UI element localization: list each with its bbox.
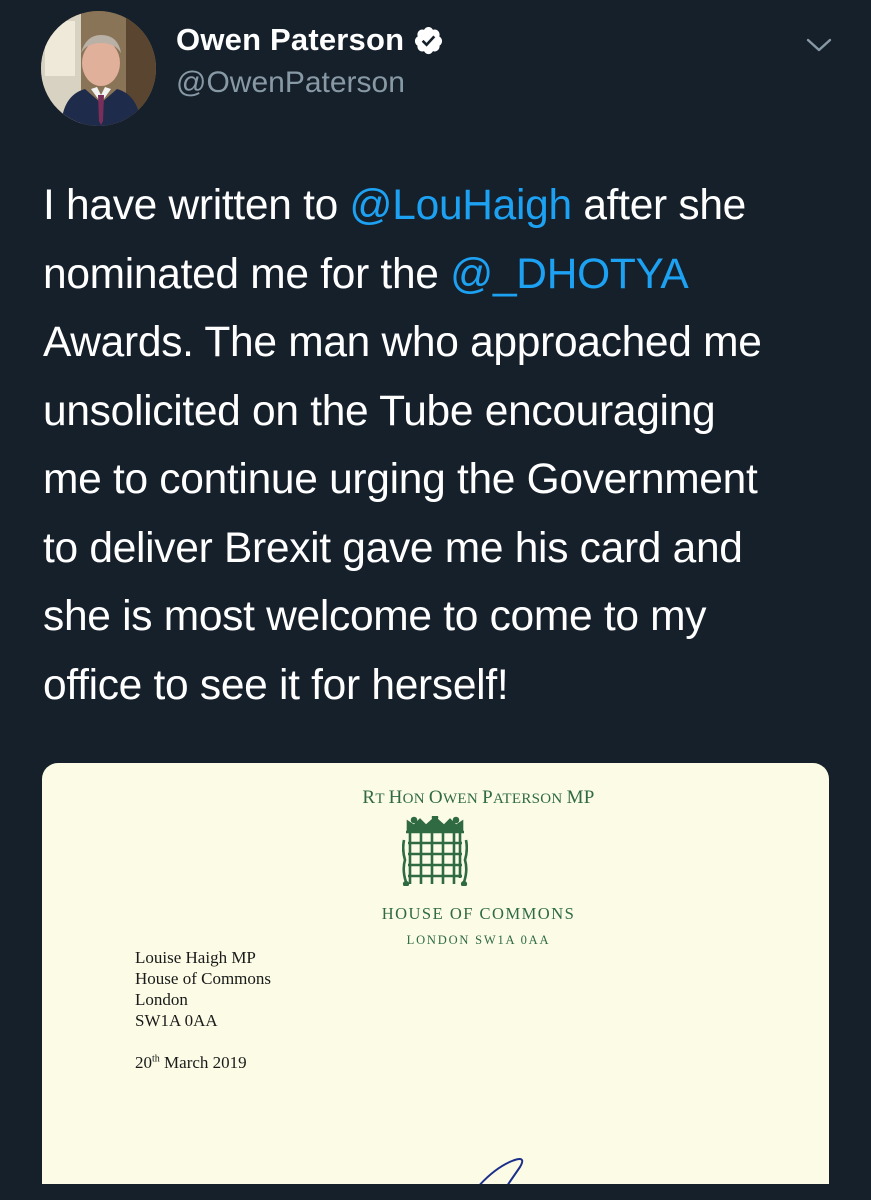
letterhead-name-part: ATERSON bbox=[492, 791, 567, 807]
tweet-image-letter[interactable]: RT HON OWEN PATERSON MP HOUSE OF COMMONS… bbox=[42, 763, 829, 1200]
tweet-text-segment: me to continue urging the Government bbox=[43, 456, 758, 503]
letterhead-name-part: MP bbox=[566, 787, 595, 808]
letterhead-name-part: P bbox=[482, 787, 493, 808]
letterhead-name: RT HON OWEN PATERSON MP bbox=[42, 787, 829, 809]
tweet-text-line: me to continue urging the Government bbox=[43, 446, 843, 515]
author-display-name[interactable]: Owen Paterson bbox=[176, 22, 444, 58]
letter-date-day: 20 bbox=[135, 1053, 152, 1072]
tweet-text-line: office to see it for herself! bbox=[43, 652, 843, 721]
tweet-text-segment: I have written to bbox=[43, 182, 350, 229]
tweet-container: Owen Paterson @OwenPaterson I have writt… bbox=[0, 0, 871, 1200]
recipient-line: London bbox=[135, 990, 188, 1009]
letter-date-rest: March 2019 bbox=[159, 1053, 247, 1072]
tweet-text-line: to deliver Brexit gave me his card and bbox=[43, 515, 843, 584]
recipient-line: SW1A 0AA bbox=[135, 1011, 218, 1030]
chevron-down-icon[interactable] bbox=[804, 34, 834, 56]
verified-badge-icon bbox=[415, 26, 443, 54]
letterhead-name-part: O bbox=[428, 787, 443, 808]
tweet-text-segment: nominated me for the bbox=[43, 250, 451, 298]
letterhead-name-part: ON bbox=[402, 791, 429, 807]
tweet-text-segment: office to see it for herself! bbox=[43, 661, 509, 709]
avatar-photo-icon bbox=[41, 11, 156, 126]
tweet-text-segment: after she bbox=[571, 182, 747, 229]
letterhead-name-part: H bbox=[388, 787, 403, 808]
author-display-name-text: Owen Paterson bbox=[176, 22, 405, 57]
letter-recipient: Louise Haigh MP House of Commons London … bbox=[135, 947, 271, 1031]
letterhead-house: HOUSE OF COMMONS bbox=[381, 904, 576, 923]
mention-link[interactable]: @LouHaigh bbox=[349, 182, 572, 229]
recipient-line: House of Commons bbox=[135, 969, 271, 988]
recipient-line: Louise Haigh MP bbox=[135, 948, 256, 967]
tweet-text-segment: to deliver Brexit gave me his card and bbox=[43, 524, 743, 572]
tweet-text-line: she is most welcome to come to my bbox=[43, 583, 843, 652]
tweet-text-segment: unsolicited on the Tube encouraging bbox=[43, 387, 716, 435]
tweet-text-line: unsolicited on the Tube encouraging bbox=[43, 378, 843, 447]
mention-link[interactable]: @_DHOTYA bbox=[450, 251, 689, 298]
letterhead-name-part: R bbox=[362, 787, 376, 808]
letter-date: 20th March 2019 bbox=[135, 1053, 247, 1073]
tweet-text-segment: Awards. The man who approached me bbox=[43, 319, 762, 366]
bottom-divider bbox=[0, 1184, 871, 1200]
avatar[interactable] bbox=[41, 11, 156, 126]
letterhead-address: LONDON SW1A 0AA bbox=[406, 933, 551, 947]
tweet-text-segment: she is most welcome to come to my bbox=[43, 593, 707, 640]
letter-date-suffix: th bbox=[152, 1053, 160, 1065]
letterhead-name-part: T bbox=[375, 791, 389, 807]
author-handle[interactable]: @OwenPaterson bbox=[176, 66, 405, 100]
tweet-text-line: I have written to @LouHaigh after she bbox=[43, 172, 843, 241]
tweet-text-line: Awards. The man who approached me bbox=[43, 309, 843, 378]
tweet-text-line: nominated me for the @_DHOTYA bbox=[43, 241, 843, 310]
letterhead-name-part: WEN bbox=[442, 791, 483, 807]
tweet-text: I have written to @LouHaigh after she nom… bbox=[43, 172, 843, 720]
portcullis-icon bbox=[402, 816, 468, 886]
